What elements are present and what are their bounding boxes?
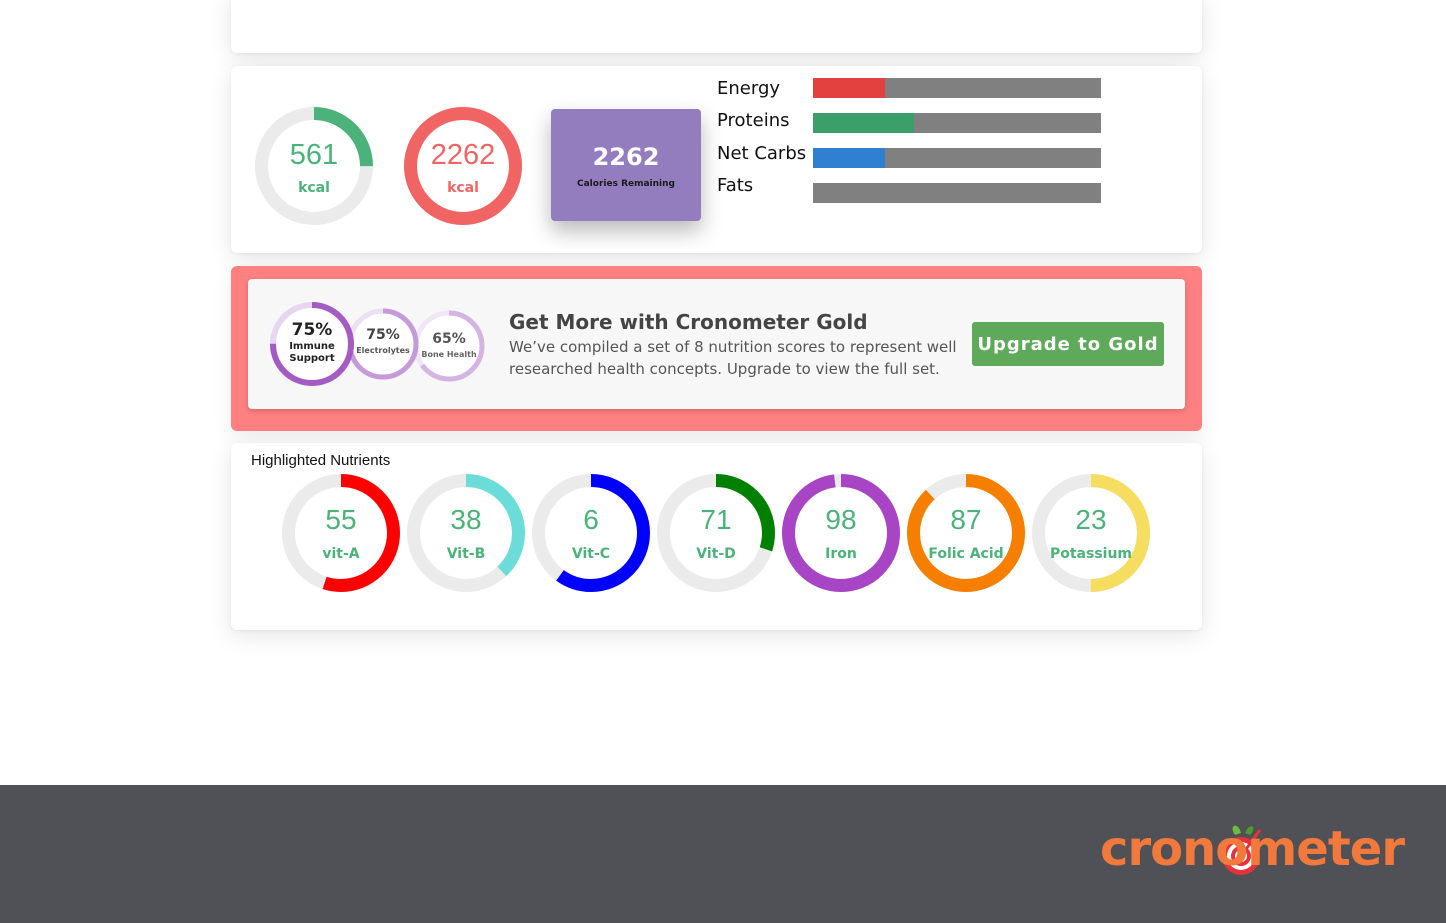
score-pct-bone-health: 65% bbox=[432, 331, 466, 347]
calories-remaining-label: Calories Remaining bbox=[577, 179, 675, 189]
consumed-calories-ring: 561 kcal bbox=[255, 107, 373, 225]
nutrient-ring-iron[interactable]: 98 Iron bbox=[782, 474, 900, 592]
nutrient-value-vit-d: 71 bbox=[700, 504, 732, 535]
macro-label-net-carbs: Net Carbs bbox=[717, 143, 807, 164]
score-label-bone-health: Bone Health bbox=[421, 350, 477, 359]
nutrient-value-iron: 98 bbox=[825, 504, 857, 535]
footer: cronometer bbox=[0, 785, 1446, 923]
upgrade-to-gold-button[interactable]: Upgrade to Gold bbox=[972, 322, 1164, 366]
budget-value: 2262 bbox=[430, 139, 496, 171]
nutrient-ring-vit-b[interactable]: 38 Vit-B bbox=[407, 474, 525, 592]
nutrient-value-vit-c: 6 bbox=[583, 504, 599, 535]
gold-title: Get More with Cronometer Gold bbox=[509, 310, 868, 334]
nutrient-ring-vit-a[interactable]: 55 vit-A bbox=[282, 474, 400, 592]
highlighted-nutrients-card: Highlighted Nutrients 55 vit-A 38 Vit-B 6 Vit… bbox=[231, 443, 1202, 630]
nutrient-label-vit-d: Vit-D bbox=[696, 546, 736, 562]
budget-unit: kcal bbox=[447, 180, 479, 196]
macro-bar-fats bbox=[813, 183, 1101, 203]
nutrient-ring-vit-d[interactable]: 71 Vit-D bbox=[657, 474, 775, 592]
consumed-value: 561 bbox=[289, 139, 339, 171]
nutrient-label-potassium: Potassium bbox=[1049, 546, 1133, 562]
score-bone-health: 65% Bone Health bbox=[412, 309, 486, 383]
macro-label-proteins: Proteins bbox=[717, 110, 790, 131]
nutrient-label-vit-b: Vit-B bbox=[446, 546, 486, 562]
macro-label-fats: Fats bbox=[717, 175, 754, 196]
nutrient-ring-potassium[interactable]: 23 Potassium bbox=[1032, 474, 1150, 592]
macro-bar-net-carbs bbox=[813, 148, 1101, 168]
score-electrolytes: 75% Electrolytes bbox=[346, 307, 420, 381]
budget-calories-ring: 2262 kcal bbox=[404, 107, 522, 225]
nutrient-value-vit-b: 38 bbox=[450, 504, 482, 535]
nutrient-label-iron: Iron bbox=[825, 546, 857, 562]
macro-bar-energy bbox=[813, 78, 1101, 98]
macro-fill-net-carbs bbox=[813, 148, 885, 168]
score-pct-electrolytes: 75% bbox=[366, 327, 400, 343]
nutrient-ring-vit-c[interactable]: 6 Vit-C bbox=[532, 474, 650, 592]
calories-remaining-value: 2262 bbox=[592, 143, 660, 171]
nutrient-value-folic-acid: 87 bbox=[950, 504, 982, 535]
gold-upsell-card: 75% Immune Support 75% Electrolytes 65% … bbox=[231, 266, 1202, 431]
score-ring-electrolytes bbox=[347, 308, 419, 380]
macro-fill-energy bbox=[813, 78, 885, 98]
nutrient-value-vit-a: 55 bbox=[325, 504, 357, 535]
nutrient-label-folic-acid: Folic Acid bbox=[928, 546, 1004, 562]
gold-description: We’ve compiled a set of 8 nutrition scor… bbox=[509, 338, 957, 378]
gold-upsell-panel: 75% Immune Support 75% Electrolytes 65% … bbox=[248, 279, 1185, 409]
highlighted-nutrients-title: Highlighted Nutrients bbox=[251, 452, 391, 469]
score-label-immune-support-2: Support bbox=[289, 353, 335, 364]
consumed-unit: kcal bbox=[298, 180, 330, 196]
calorie-summary-card: 561 kcal 2262 kcal 2262 Calories Remaini… bbox=[231, 66, 1202, 253]
nutrient-label-vit-c: Vit-C bbox=[571, 546, 611, 562]
macro-bar-proteins bbox=[813, 113, 1101, 133]
score-immune-support: 75% Immune Support bbox=[269, 301, 355, 387]
score-label-electrolytes: Electrolytes bbox=[356, 346, 410, 355]
score-label-immune-support-1: Immune bbox=[289, 341, 335, 352]
nutrient-ring-folic-acid[interactable]: 87 Folic Acid bbox=[907, 474, 1025, 592]
score-pct-immune-support: 75% bbox=[291, 320, 333, 340]
macro-label-energy: Energy bbox=[717, 78, 781, 99]
macro-fill-proteins bbox=[813, 113, 914, 133]
nutrient-label-vit-a: vit-A bbox=[322, 546, 360, 562]
top-card bbox=[231, 0, 1202, 53]
calories-remaining-box: 2262 Calories Remaining bbox=[551, 109, 701, 221]
logo-wordmark: cronometer bbox=[1100, 821, 1405, 877]
nutrient-value-potassium: 23 bbox=[1075, 504, 1107, 535]
